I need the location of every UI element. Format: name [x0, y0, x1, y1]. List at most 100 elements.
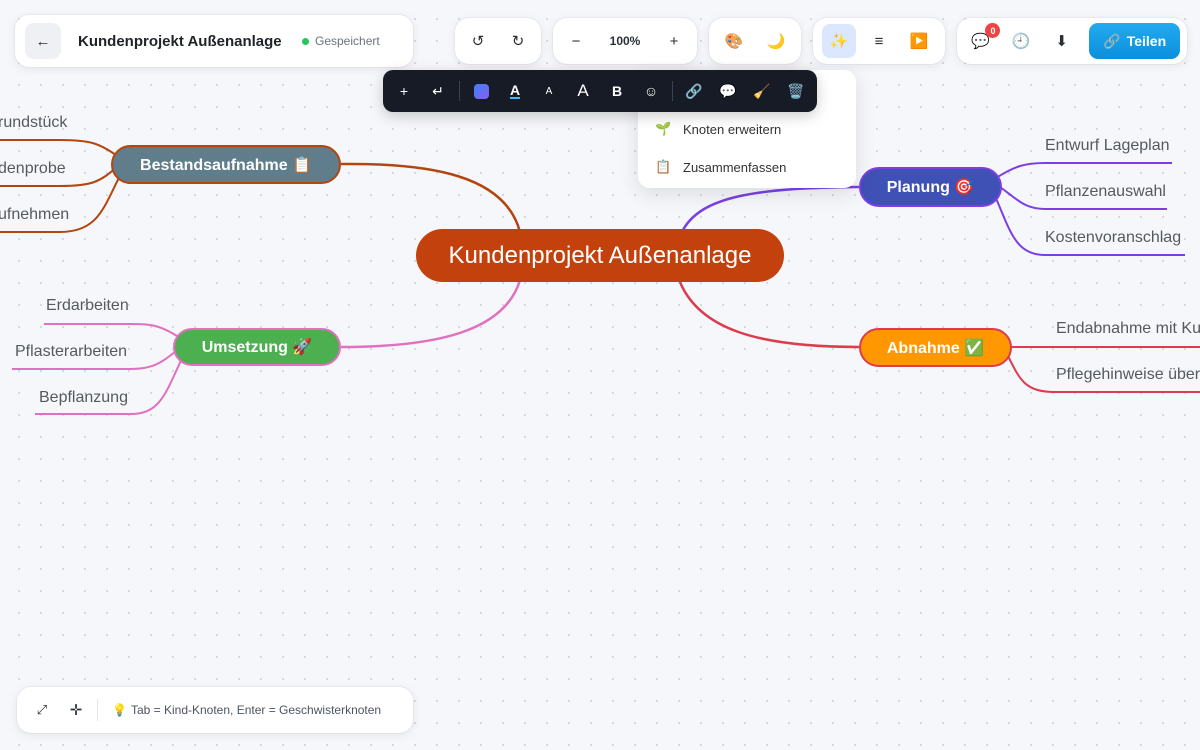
link-button[interactable]: 🔗 [677, 74, 711, 108]
hint-text: Tab = Kind-Knoten, Enter = Geschwisterkn… [130, 703, 382, 717]
note-button[interactable]: 💬 [711, 74, 745, 108]
edge-central-planung [680, 185, 860, 233]
ai-button[interactable]: ✨ [822, 24, 856, 58]
clock-icon: 🕘 [1011, 33, 1031, 50]
bold-icon: B [611, 83, 623, 99]
save-status-label: Gespeichert [315, 34, 380, 48]
zoom-out-button[interactable]: − [559, 24, 593, 58]
dark-mode-button[interactable]: 🌙 [759, 24, 793, 58]
divider [97, 699, 98, 721]
sparkles-icon: ✨ [829, 33, 849, 50]
leaf-node[interactable]: Pflasterarbeiten [15, 343, 127, 361]
plus-icon: + [399, 83, 409, 99]
outline-button[interactable]: ≡ [862, 24, 896, 58]
edge-central-umsetzung [340, 279, 522, 349]
back-button[interactable]: ← [25, 23, 61, 59]
leaf-node[interactable]: Pflanzenauswahl [1045, 183, 1166, 201]
smiley-icon: ☺ [643, 83, 659, 99]
edge-central-bestand [340, 162, 522, 233]
branch-node-abnahme[interactable]: Abnahme ✅ [859, 328, 1012, 367]
share-label: Teilen [1126, 33, 1167, 49]
list-icon: ≡ [874, 32, 884, 50]
font-small-icon: A [545, 85, 553, 97]
font-larger-button[interactable]: A [566, 74, 600, 108]
menu-item-label: Zusammenfassen [683, 159, 787, 175]
emoji-button[interactable]: ☺ [634, 74, 668, 108]
present-button[interactable]: ▶️ [902, 24, 936, 58]
broom-icon: 🧹 [753, 82, 771, 99]
add-child-button[interactable]: + [387, 74, 421, 108]
leaf-node[interactable]: Kostenvoranschlag [1045, 229, 1181, 247]
enter-icon: ↵ [432, 82, 444, 99]
zoom-in-button[interactable]: + [657, 24, 691, 58]
font-smaller-button[interactable]: A [532, 74, 566, 108]
branch-node-planung[interactable]: Planung 🎯 [859, 167, 1002, 207]
save-status: Gespeichert [302, 34, 380, 48]
view-toolbar: ✨ ≡ ▶️ [813, 18, 945, 64]
add-sibling-button[interactable]: ↵ [421, 74, 455, 108]
undo-button[interactable]: ↺ [461, 24, 495, 58]
palette-icon: 🎨 [724, 33, 744, 50]
redo-icon: ↻ [511, 33, 525, 50]
leaf-node[interactable]: Pflegehinweise über [1056, 366, 1200, 384]
seedling-icon: 🌱 [655, 121, 672, 136]
play-icon: ▶️ [909, 33, 929, 50]
status-dot [302, 37, 309, 45]
clear-format-button[interactable]: 🧹 [745, 74, 779, 108]
leaf-node[interactable]: Entwurf Lageplan [1045, 137, 1170, 155]
leaf-node[interactable]: rundstück [0, 114, 67, 132]
leaf-node[interactable]: Erdarbeiten [46, 297, 129, 315]
text-color-button[interactable]: A [498, 74, 532, 108]
mindmap-canvas [0, 139, 1200, 415]
clipboard-icon: 📋 [655, 159, 672, 174]
edge-central-abnahme [678, 281, 860, 349]
node-color-button[interactable] [464, 74, 498, 108]
menu-item-summarize[interactable]: 📋 Zusammenfassen [638, 148, 856, 186]
menu-item-label: Knoten erweitern [683, 121, 782, 137]
bold-button[interactable]: B [600, 74, 634, 108]
zoom-toolbar: − 100% + [553, 18, 697, 64]
keyboard-hint: 💡 Tab = Kind-Knoten, Enter = Geschwister… [112, 703, 381, 717]
divider [672, 81, 673, 101]
leaf-node[interactable]: Bepflanzung [39, 389, 128, 407]
crosshair-icon: ✛ [69, 702, 83, 719]
leaf-node[interactable]: denprobe [0, 160, 66, 178]
redo-button[interactable]: ↻ [501, 24, 535, 58]
history-button[interactable]: 🕘 [1004, 24, 1037, 58]
speech-bubble-icon: 💬 [719, 82, 737, 99]
format-toolbar: + ↵ A A A B ☺ 🔗 💬 🧹 🗑️ [383, 70, 817, 112]
edge-planung-leaf-1 [995, 162, 1172, 179]
arrow-left-icon: ← [35, 32, 51, 50]
lightbulb-icon: 💡 [112, 703, 127, 717]
menu-item-expand-node[interactable]: 🌱 Knoten erweitern [638, 110, 856, 148]
download-button[interactable]: ⬇ [1045, 24, 1078, 58]
comments-button[interactable]: 💬 0 [964, 23, 1001, 58]
leaf-node[interactable]: Endabnahme mit Ku [1056, 320, 1200, 338]
history-toolbar: ↺ ↻ [455, 18, 541, 64]
link-icon: 🔗 [685, 82, 703, 99]
central-node[interactable]: Kundenprojekt Außenanlage [416, 229, 784, 282]
download-icon: ⬇ [1055, 33, 1068, 50]
leaf-node[interactable]: ufnehmen [0, 206, 69, 224]
trash-icon: 🗑️ [787, 82, 805, 99]
undo-icon: ↺ [471, 33, 485, 50]
text-color-icon: A [509, 82, 521, 99]
theme-button[interactable]: 🎨 [717, 24, 751, 58]
document-title[interactable]: Kundenprojekt Außenanlage [78, 33, 284, 50]
branch-node-bestandsaufnahme[interactable]: Bestandsaufnahme 📋 [111, 145, 341, 184]
link-icon: 🔗 [1103, 32, 1121, 49]
fit-view-button[interactable]: ⤢ [25, 693, 59, 727]
center-view-button[interactable]: ✛ [59, 693, 93, 727]
share-button[interactable]: 🔗 Teilen [1089, 23, 1180, 59]
divider [459, 81, 460, 101]
delete-button[interactable]: 🗑️ [779, 74, 813, 108]
font-large-icon: A [577, 81, 589, 100]
minus-icon: − [571, 32, 581, 50]
branch-node-umsetzung[interactable]: Umsetzung 🚀 [173, 328, 341, 366]
edge-bestand-leaf-1 [0, 139, 121, 159]
title-panel: ← Kundenprojekt Außenanlage Gespeichert [15, 15, 413, 67]
comments-badge: 0 [985, 23, 1001, 38]
color-swatch-icon [473, 83, 489, 99]
zoom-level[interactable]: 100% [610, 34, 641, 48]
expand-icon: ⤢ [36, 702, 48, 717]
